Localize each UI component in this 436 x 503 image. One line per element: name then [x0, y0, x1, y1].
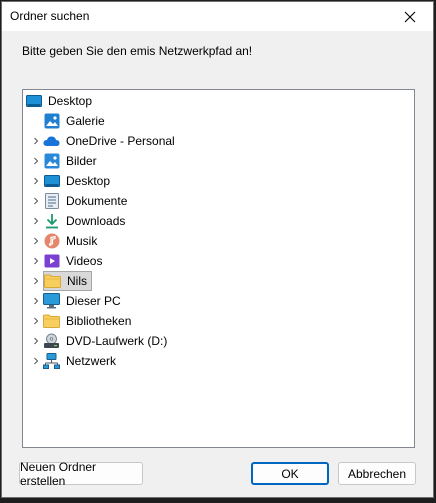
tree-item-downloads[interactable]: Downloads [29, 211, 127, 231]
network-icon [43, 353, 60, 370]
tree-item-bibliotheken[interactable]: Bibliotheken [29, 311, 133, 331]
music-icon [43, 233, 60, 250]
tree-item-label: Bilder [66, 154, 97, 168]
chevron-right-icon[interactable] [29, 211, 43, 231]
tree-item-label: Musik [66, 234, 98, 248]
tree-item-videos[interactable]: Videos [29, 251, 104, 271]
chevron-right-icon[interactable] [29, 351, 43, 371]
close-icon [404, 11, 416, 22]
close-button[interactable] [387, 2, 433, 31]
tree-root-desktop[interactable]: Desktop [25, 91, 94, 111]
chevron-right-icon[interactable] [29, 151, 43, 171]
tree-item-galerie[interactable]: Galerie [29, 111, 107, 131]
chevron-right-icon[interactable] [29, 271, 43, 291]
libraries-folder-icon [43, 313, 60, 330]
pictures-folder-icon [43, 153, 60, 170]
this-pc-icon [43, 293, 60, 310]
chevron-right-icon[interactable] [29, 311, 43, 331]
tree-item-label: Dieser PC [66, 294, 121, 308]
tree-item-desktop[interactable]: Desktop [29, 171, 112, 191]
tree-item-label: Dokumente [66, 194, 128, 208]
tree-item-label: DVD-Laufwerk (D:) [66, 334, 168, 348]
gallery-icon [43, 113, 60, 130]
folder-browser-dialog: Ordner suchen Bitte geben Sie den emis N… [1, 1, 434, 498]
folder-tree[interactable]: Desktop Galerie OneDrive - Personal Bild… [22, 89, 415, 448]
tree-item-label: OneDrive - Personal [66, 134, 175, 148]
tree-item-nils[interactable]: Nils [29, 271, 92, 291]
tree-item-onedrive[interactable]: OneDrive - Personal [29, 131, 177, 151]
onedrive-cloud-icon [43, 133, 60, 150]
instruction-text: Bitte geben Sie den emis Netzwerkpfad an… [22, 44, 253, 58]
tree-item-label: Nils [67, 274, 87, 288]
folder-icon [44, 273, 61, 290]
tree-item-dokumente[interactable]: Dokumente [29, 191, 129, 211]
title-bar: Ordner suchen [2, 2, 433, 31]
tree-item-dvd-laufwerk[interactable]: DVD-Laufwerk (D:) [29, 331, 169, 351]
tree-root-label: Desktop [48, 94, 93, 108]
tree-item-bilder[interactable]: Bilder [29, 151, 99, 171]
chevron-right-icon[interactable] [29, 231, 43, 251]
desktop-folder-icon [43, 173, 60, 190]
ok-button[interactable]: OK [251, 462, 329, 485]
dialog-title: Ordner suchen [10, 9, 90, 23]
tree-item-netzwerk[interactable]: Netzwerk [29, 351, 118, 371]
tree-item-musik[interactable]: Musik [29, 231, 99, 251]
documents-icon [43, 193, 60, 210]
chevron-right-icon[interactable] [29, 191, 43, 211]
cancel-button[interactable]: Abbrechen [338, 462, 416, 485]
tree-item-label: Videos [66, 254, 103, 268]
new-folder-button[interactable]: Neuen Ordner erstellen [19, 460, 143, 488]
tree-item-label: Downloads [66, 214, 126, 228]
chevron-right-icon[interactable] [29, 251, 43, 271]
selection-highlight: Nils [43, 271, 92, 291]
desktop-icon [25, 93, 42, 110]
download-arrow-icon [43, 213, 60, 230]
chevron-right-icon[interactable] [29, 131, 43, 151]
dvd-drive-icon [43, 333, 60, 350]
videos-icon [43, 253, 60, 270]
chevron-right-icon[interactable] [29, 331, 43, 351]
chevron-right-icon[interactable] [29, 291, 43, 311]
tree-item-label: Bibliotheken [66, 314, 132, 328]
tree-item-label: Netzwerk [66, 354, 117, 368]
tree-item-label: Galerie [66, 114, 105, 128]
tree-item-label: Desktop [66, 174, 111, 188]
tree-item-dieser-pc[interactable]: Dieser PC [29, 291, 123, 311]
chevron-right-icon[interactable] [29, 171, 43, 191]
